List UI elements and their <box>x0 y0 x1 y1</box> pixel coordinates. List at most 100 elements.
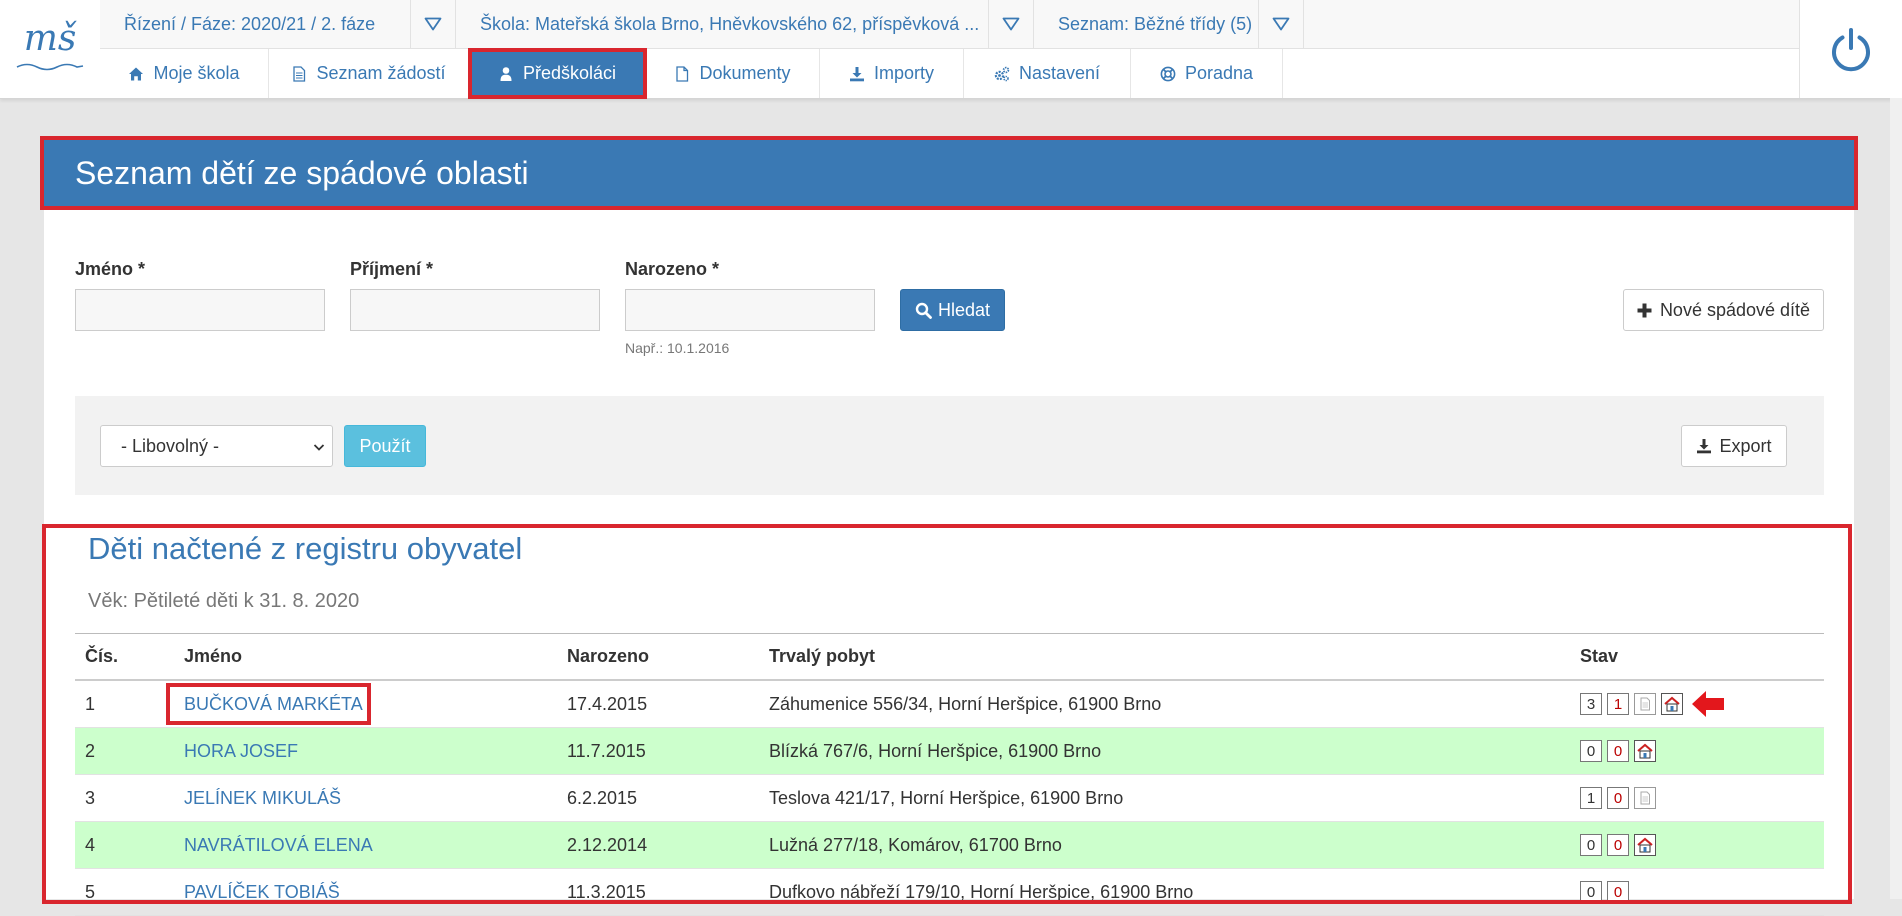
child-name-link[interactable]: JELÍNEK MIKULÁŠ <box>184 775 341 821</box>
document-icon[interactable] <box>1634 787 1656 809</box>
child-name-link[interactable]: NAVRÁTILOVÁ ELENA <box>184 822 373 868</box>
triangle-down-icon <box>424 17 442 31</box>
child-name-link[interactable]: PAVLÍČEK TOBIÁŠ <box>184 869 340 915</box>
tab-predskolaci[interactable]: Předškoláci <box>468 48 647 99</box>
tab-label: Importy <box>873 63 934 83</box>
row-status: 0 0 <box>1580 728 1656 774</box>
export-button-label: Export <box>1719 435 1772 456</box>
row-status: 1 0 <box>1580 775 1656 821</box>
filter-select-value: - Libovolný - <box>121 435 220 456</box>
main-nav: Moje škola Seznam žádostí Předškoláci Do… <box>100 48 1283 99</box>
column-header-name: Jméno <box>184 646 243 666</box>
tab-nastaveni[interactable]: Nastavení <box>964 49 1131 98</box>
tab-seznam-zadosti[interactable]: Seznam žádostí <box>269 49 469 98</box>
status-count-badge-red[interactable]: 0 <box>1607 834 1629 856</box>
status-count-badge[interactable]: 0 <box>1580 834 1602 856</box>
status-count-badge-red[interactable]: 0 <box>1607 881 1629 903</box>
row-born: 2.12.2014 <box>567 834 648 855</box>
results-subtitle: Věk: Pětileté děti k 31. 8. 2020 <box>88 590 360 612</box>
tab-poradna[interactable]: Poradna <box>1131 49 1283 98</box>
status-count-badge-red[interactable]: 1 <box>1607 693 1629 715</box>
row-born: 17.4.2015 <box>567 693 648 714</box>
tab-moje-skola[interactable]: Moje škola <box>100 49 269 98</box>
house-icon[interactable] <box>1634 834 1656 856</box>
document-icon[interactable] <box>1634 693 1656 715</box>
status-count-badge[interactable]: 3 <box>1580 693 1602 715</box>
status-count-badge-red[interactable]: 0 <box>1607 787 1629 809</box>
top-header: mš Řízení / Fáze: 2020/21 / 2. fáze Škol… <box>0 0 1902 99</box>
file-icon <box>676 65 689 82</box>
house-icon[interactable] <box>1661 693 1683 715</box>
row-born: 11.3.2015 <box>567 881 646 902</box>
column-header-num: Čís. <box>85 646 119 666</box>
gears-icon <box>994 66 1010 81</box>
row-num: 2 <box>85 740 96 761</box>
table-row: 3 JELÍNEK MIKULÁŠ 6.2.2015 Teslova 421/1… <box>75 775 1824 822</box>
new-child-button[interactable]: Nové spádové dítě <box>1623 289 1824 331</box>
lifebuoy-icon <box>1160 66 1176 81</box>
row-num: 1 <box>85 693 96 714</box>
column-header-address: Trvalý pobyt <box>769 646 876 666</box>
search-button[interactable]: Hledat <box>900 289 1005 331</box>
child-name-link[interactable]: BUČKOVÁ MARKÉTA <box>184 681 363 727</box>
triangle-down-icon <box>1002 17 1020 31</box>
tab-dokumenty[interactable]: Dokumenty <box>646 49 820 98</box>
row-status: 0 0 <box>1580 822 1656 868</box>
row-address: Teslova 421/17, Horní Heršpice, 61900 Br… <box>769 787 1124 808</box>
filter-bar <box>75 396 1824 495</box>
jmeno-input[interactable] <box>75 289 325 331</box>
status-count-badge[interactable]: 0 <box>1580 740 1602 762</box>
table-row: 2 HORA JOSEF 11.7.2015 Blízká 767/6, Hor… <box>75 728 1824 775</box>
narozeno-input[interactable] <box>625 289 875 331</box>
jmeno-label: Jméno * <box>75 259 146 279</box>
status-count-badge[interactable]: 0 <box>1580 881 1602 903</box>
table-header: Čís. Jméno Narozeno Trvalý pobyt Stav <box>75 633 1824 681</box>
rizeni-dropdown-toggle[interactable] <box>410 0 456 48</box>
row-num: 3 <box>85 787 96 808</box>
tab-label: Poradna <box>1184 63 1254 83</box>
export-button[interactable]: Export <box>1681 425 1787 467</box>
row-address: Dufkovo nábřeží 179/10, Horní Heršpice, … <box>769 881 1194 902</box>
row-address: Blízká 767/6, Horní Heršpice, 61900 Brno <box>769 740 1102 761</box>
narozeno-label: Narozeno * <box>625 259 720 279</box>
filter-select[interactable]: - Libovolný - <box>100 425 333 467</box>
scrollbar-track[interactable] <box>1890 98 1902 899</box>
house-icon[interactable] <box>1634 740 1656 762</box>
download-icon <box>849 66 864 81</box>
tab-label: Předškoláci <box>522 63 617 83</box>
tab-label: Moje škola <box>153 63 240 83</box>
plus-icon <box>1637 303 1652 317</box>
logo-wave-icon <box>16 63 84 71</box>
table-row: 5 PAVLÍČEK TOBIÁŠ 11.3.2015 Dufkovo nábř… <box>75 869 1824 916</box>
apply-button[interactable]: Použít <box>344 425 426 467</box>
column-header-status: Stav <box>1580 646 1619 666</box>
status-count-badge[interactable]: 1 <box>1580 787 1602 809</box>
skola-selector-label: Škola: Mateřská škola Brno, Hněvkovského… <box>480 13 980 34</box>
skola-dropdown-toggle[interactable] <box>988 0 1034 48</box>
child-name-link[interactable]: HORA JOSEF <box>184 728 298 774</box>
seznam-dropdown-toggle[interactable] <box>1258 0 1304 48</box>
page-title-text: Seznam dětí ze spádové oblasti <box>75 154 529 191</box>
power-icon <box>1832 28 1870 72</box>
prijmeni-input[interactable] <box>350 289 600 331</box>
file-text-icon <box>293 65 306 82</box>
seznam-selector[interactable]: Seznam: Běžné třídy (5) <box>1034 0 1258 48</box>
row-born: 6.2.2015 <box>567 787 638 808</box>
logout-button[interactable] <box>1799 0 1902 98</box>
row-status: 3 1 <box>1580 681 1725 727</box>
row-address: Záhumenice 556/34, Horní Heršpice, 61900… <box>769 693 1162 714</box>
arrow-left-icon <box>1692 691 1724 717</box>
status-count-badge-red[interactable]: 0 <box>1607 740 1629 762</box>
app-logo[interactable]: mš <box>0 0 100 98</box>
table-row: 4 NAVRÁTILOVÁ ELENA 2.12.2014 Lužná 277/… <box>75 822 1824 869</box>
rizeni-selector[interactable]: Řízení / Fáze: 2020/21 / 2. fáze <box>100 0 410 48</box>
column-header-born: Narozeno <box>567 646 650 666</box>
tab-importy[interactable]: Importy <box>820 49 964 98</box>
row-born: 11.7.2015 <box>567 740 646 761</box>
tab-label: Seznam žádostí <box>316 63 446 83</box>
skola-selector[interactable]: Škola: Mateřská škola Brno, Hněvkovského… <box>456 0 988 48</box>
chevron-down-icon <box>313 444 325 451</box>
new-child-button-label: Nové spádové dítě <box>1659 299 1811 320</box>
row-num: 5 <box>85 881 96 902</box>
search-icon <box>915 302 932 319</box>
